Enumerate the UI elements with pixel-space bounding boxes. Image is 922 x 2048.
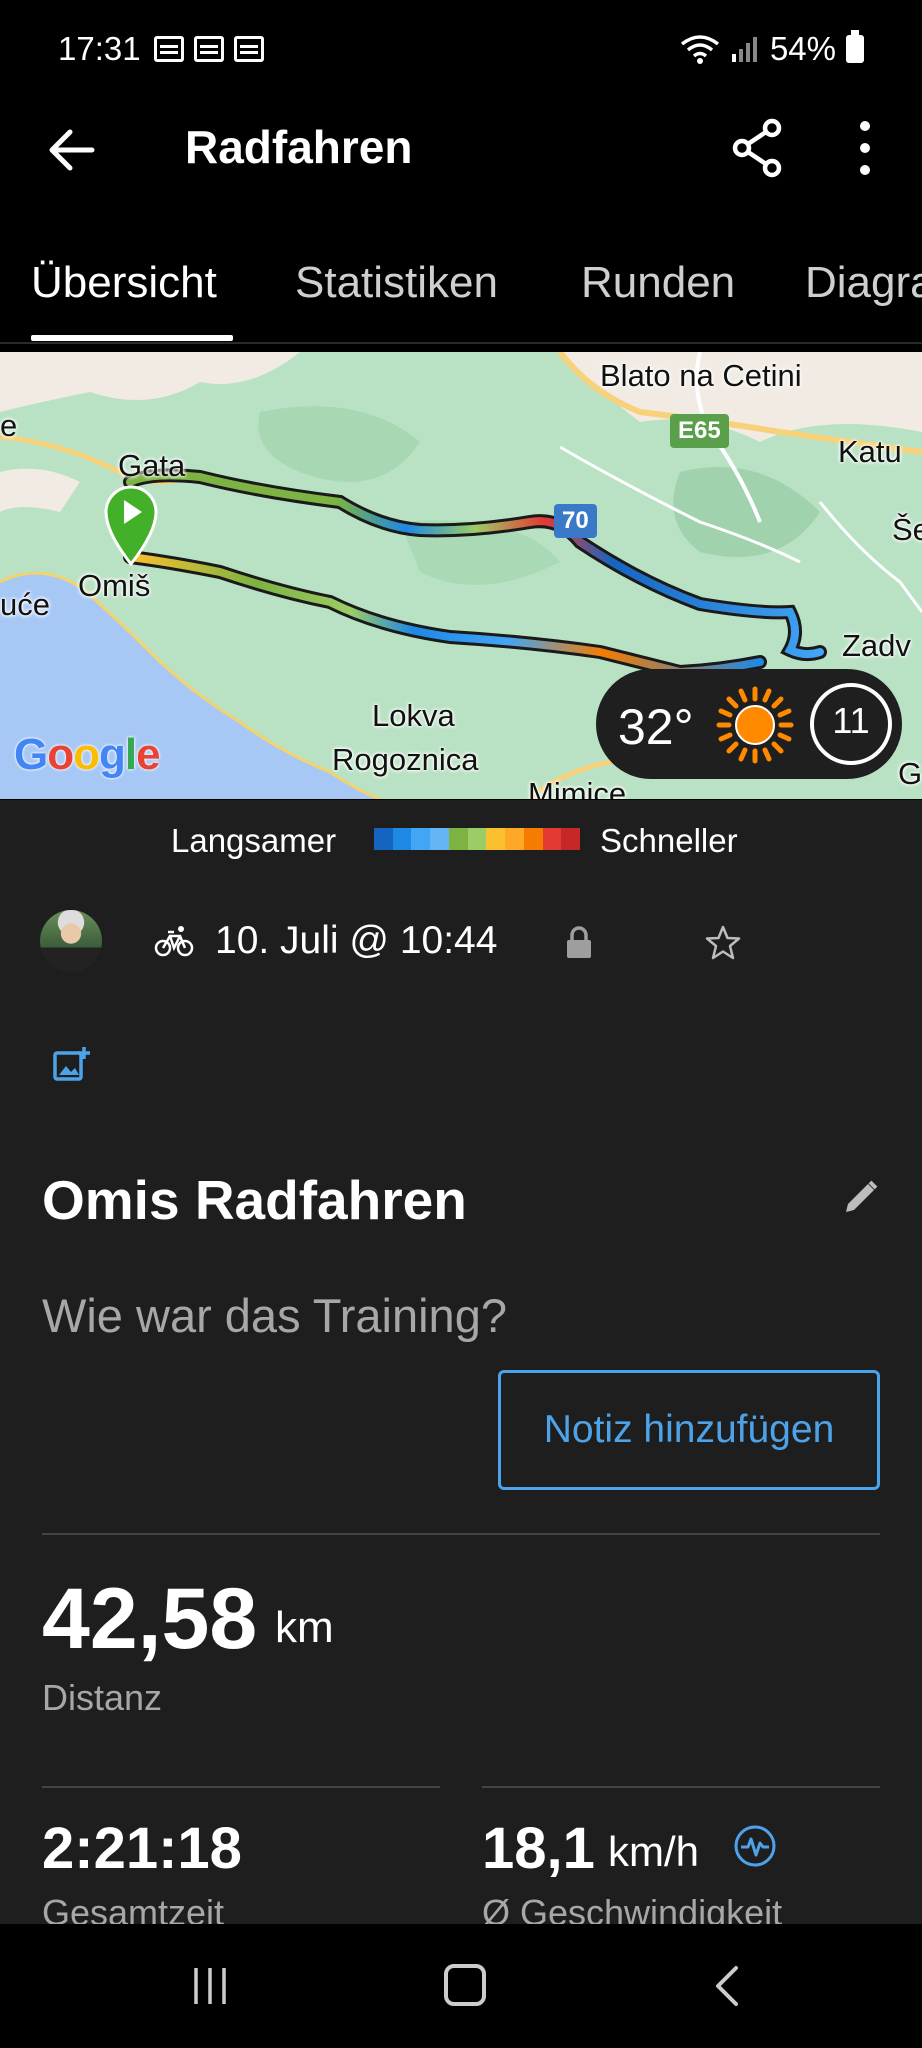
avg-speed-unit: km/h	[608, 1828, 700, 1875]
tab-laps[interactable]: Runden	[581, 258, 735, 308]
sun-icon	[716, 686, 794, 764]
legend-color-scale	[374, 828, 581, 850]
legend-color-swatch	[523, 828, 543, 850]
more-vert-icon[interactable]	[850, 118, 880, 178]
google-logo: Google	[14, 730, 161, 779]
legend-color-swatch	[392, 828, 412, 850]
tab-overview[interactable]: Übersicht	[31, 258, 217, 308]
divider	[42, 1533, 880, 1535]
legend-color-swatch	[430, 828, 449, 850]
legend-color-swatch	[561, 828, 581, 850]
map-label: Katu	[838, 434, 902, 469]
divider	[42, 1786, 440, 1788]
avatar[interactable]	[40, 910, 102, 972]
map-label: Blato na Cetini	[600, 358, 802, 393]
activity-date: 10. Juli @ 10:44	[215, 919, 498, 962]
legend-color-swatch	[467, 828, 487, 850]
map-label: uće	[0, 587, 50, 622]
nav-back-icon[interactable]	[712, 1964, 742, 2008]
legend-color-swatch	[374, 828, 393, 850]
road-badge-e65: E65	[670, 414, 729, 448]
map-label: Še	[892, 512, 922, 547]
map-label: Rogoznica	[332, 742, 479, 777]
star-icon[interactable]	[703, 923, 743, 963]
calendar-icon	[194, 36, 224, 62]
weather-temperature: 32°	[618, 699, 694, 755]
back-arrow-icon[interactable]	[44, 122, 100, 178]
speed-legend: Langsamer Schneller	[0, 812, 922, 864]
add-note-button[interactable]: Notiz hinzufügen	[498, 1370, 880, 1490]
tab-charts[interactable]: Diagramme	[805, 258, 922, 308]
notification-icons	[154, 36, 264, 62]
lock-icon[interactable]	[565, 926, 593, 960]
training-question: Wie war das Training?	[42, 1289, 507, 1342]
heart-rate-pulse-icon[interactable]	[733, 1824, 777, 1868]
share-icon[interactable]	[730, 118, 786, 178]
map-label: Mimice	[528, 776, 627, 799]
calendar-icon	[154, 36, 184, 62]
home-icon[interactable]	[444, 1964, 486, 2006]
avg-speed-value: 18,1	[482, 1816, 595, 1881]
distance-value: 42,58	[42, 1571, 258, 1667]
status-right: 54%	[680, 30, 864, 68]
legend-slow-label: Langsamer	[171, 822, 337, 859]
activity-content	[0, 800, 922, 1924]
bike-icon	[154, 926, 194, 957]
legend-color-swatch	[505, 828, 524, 850]
edit-pencil-icon[interactable]	[842, 1178, 880, 1216]
map-label: Omiš	[78, 568, 151, 603]
map-label: Lokva	[372, 698, 455, 733]
wifi-icon	[680, 35, 720, 64]
map-label: Gata	[118, 448, 186, 483]
legend-color-swatch	[542, 828, 562, 850]
tab-statistics[interactable]: Statistiken	[295, 258, 498, 308]
road-badge-70: 70	[554, 504, 597, 538]
total-time-value: 2:21:18	[42, 1816, 242, 1881]
legend-color-swatch	[448, 828, 468, 850]
page-title: Radfahren	[185, 121, 413, 173]
add-photo-icon[interactable]	[53, 1045, 91, 1083]
moon-phase-value: 11	[832, 700, 870, 741]
status-time: 17:31	[58, 30, 141, 67]
tab-indicator	[31, 335, 233, 341]
legend-fast-label: Schneller	[600, 822, 738, 859]
recent-apps-icon[interactable]	[190, 1966, 230, 2006]
distance-unit: km	[275, 1603, 334, 1652]
battery-percent: 54%	[769, 30, 836, 67]
activity-title: Omis Radfahren	[42, 1169, 467, 1231]
battery-icon	[846, 30, 864, 63]
map-label: G	[898, 756, 922, 791]
map-label: Zadv	[842, 628, 911, 663]
legend-color-swatch	[486, 828, 506, 850]
signal-icon	[731, 37, 757, 62]
tab-bar: Übersicht Statistiken Runden Diagramme	[0, 240, 922, 344]
ge-icon	[234, 36, 264, 62]
distance-label: Distanz	[42, 1677, 163, 1718]
map-label: e	[0, 408, 18, 443]
legend-color-swatch	[411, 828, 431, 850]
divider	[482, 1786, 880, 1788]
